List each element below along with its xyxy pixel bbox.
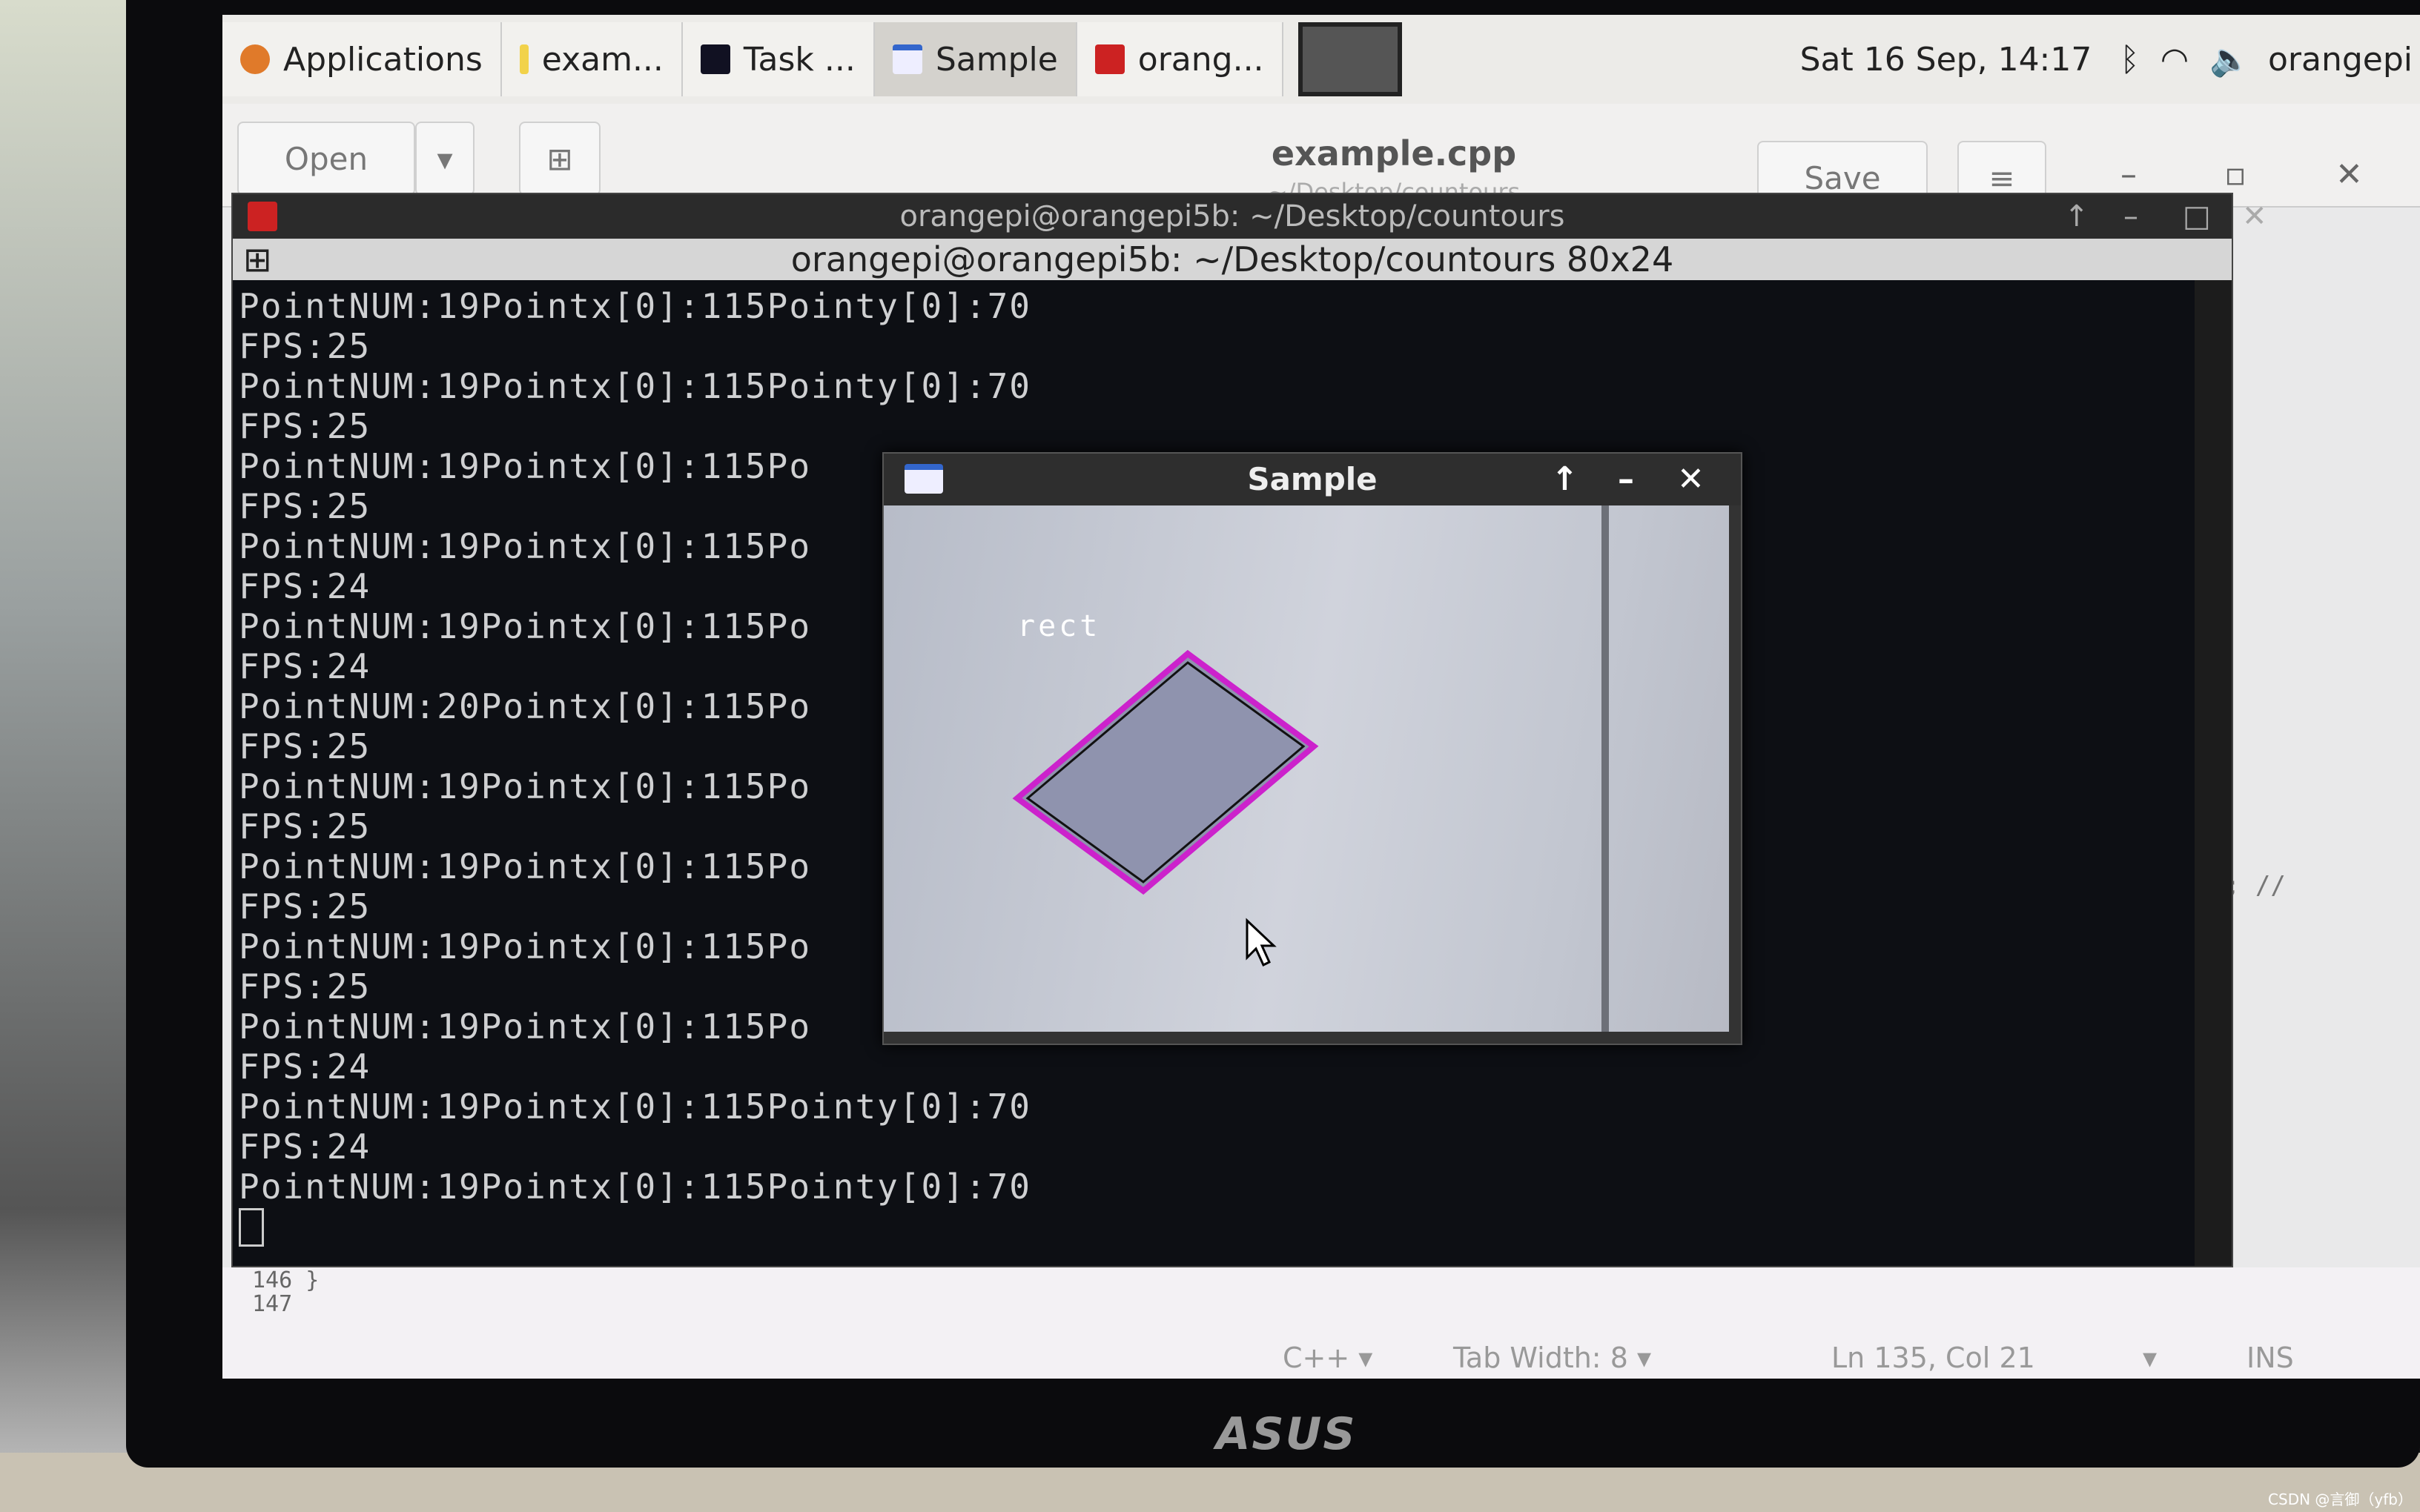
terminal-icon	[248, 202, 277, 231]
wifi-icon[interactable]: ◠	[2150, 41, 2199, 79]
task-label: Task ...	[743, 40, 856, 79]
terminal-line: PointNUM:19Pointx[0]:115Pointy[0]:70	[239, 1167, 1031, 1207]
insert-mode: INS	[2247, 1342, 2294, 1374]
task-editor[interactable]: exam...	[501, 22, 683, 96]
screen: Applications exam... Task ... Sample ora…	[222, 15, 2420, 1379]
text-editor-icon	[519, 44, 529, 74]
close-icon[interactable]: ✕	[2335, 156, 2363, 193]
line-number: 146 }	[252, 1267, 320, 1293]
applications-label: Applications	[283, 40, 483, 79]
terminal-line: FPS:24	[239, 1047, 371, 1087]
line-number: 147	[252, 1291, 293, 1317]
contour-overlay	[1012, 649, 1319, 967]
user-menu[interactable]: orangepi	[2261, 41, 2420, 79]
clock[interactable]: Sat 16 Sep, 14:17	[1782, 41, 2110, 79]
terminal-titlebar[interactable]: orangepi@orangepi5b: ~/Desktop/countours…	[233, 194, 2267, 239]
bluetooth-icon[interactable]: ᛒ	[2109, 41, 2149, 79]
sample-window[interactable]: Sample ↑ – ✕ rect	[882, 452, 1742, 1045]
cursor-position[interactable]: Ln 135, Col 21	[1831, 1342, 2035, 1374]
gedit-bottom: 146 } 147 C++ ▾ Tab Width: 8 ▾ Ln 135, C…	[222, 1267, 2420, 1379]
top-panel: Applications exam... Task ... Sample ora…	[222, 15, 2420, 104]
terminal-line: PointNUM:19Pointx[0]:115Pointy[0]:70	[239, 366, 1031, 406]
workspace-switcher[interactable]	[1297, 22, 1402, 96]
close-icon[interactable]: ✕	[1677, 454, 1705, 505]
terminal-subtitle: orangepi@orangepi5b: ~/Desktop/countours…	[790, 239, 1674, 279]
shade-icon[interactable]: ↑	[1551, 454, 1578, 505]
terminal-tab-header: ⊞ orangepi@orangepi5b: ~/Desktop/countou…	[233, 239, 2232, 280]
watermark: CSDN @言御（yfb）	[2268, 1491, 2413, 1508]
task-sample[interactable]: Sample	[874, 22, 1077, 96]
terminal-line: FPS:25	[239, 326, 371, 366]
terminal-scrollbar[interactable]	[2195, 280, 2232, 1266]
task-label: exam...	[541, 40, 664, 79]
applications-menu[interactable]: Applications	[222, 22, 502, 96]
tab-width-label: Tab Width: 8	[1453, 1342, 1628, 1374]
terminal-line: FPS:25	[239, 406, 371, 446]
window-icon	[905, 464, 943, 494]
terminal-line: PointNUM:19Pointx[0]:115Pointy[0]:70	[239, 286, 1031, 326]
open-dropdown-button[interactable]: ▾	[415, 122, 475, 196]
cursor-position-label: Ln 135, Col 21	[1831, 1342, 2035, 1374]
minimize-icon[interactable]: –	[1618, 454, 1634, 505]
task-manager-icon	[700, 44, 730, 74]
sample-title: Sample	[1247, 461, 1378, 497]
tab-grid-icon[interactable]: ⊞	[243, 239, 272, 280]
close-icon[interactable]: ✕	[2242, 194, 2267, 239]
task-label: Sample	[935, 40, 1058, 79]
sample-titlebar[interactable]: Sample ↑ – ✕	[884, 454, 1741, 505]
volume-icon[interactable]: 🔈	[2199, 40, 2261, 79]
prompt-line	[239, 1207, 2195, 1247]
terminal-line: FPS:24	[239, 1127, 371, 1167]
monitor-brand-logo: ASUS	[1216, 1408, 1357, 1460]
terminal-line: PointNUM:19Pointx[0]:115Pointy[0]:70	[239, 1087, 1031, 1127]
camera-frame: rect	[884, 505, 1729, 1032]
open-button[interactable]: Open	[237, 122, 415, 196]
minimize-icon[interactable]: –	[2123, 194, 2138, 239]
terminal-icon	[1094, 44, 1125, 74]
maximize-icon[interactable]: □	[2183, 194, 2211, 239]
document-title: example.cpp	[1271, 133, 1517, 173]
task-taskmanager[interactable]: Task ...	[682, 22, 875, 96]
task-label: orang...	[1137, 40, 1264, 79]
minimize-icon[interactable]: –	[2120, 156, 2137, 193]
new-tab-button[interactable]: ⊞	[519, 122, 601, 196]
language-selector[interactable]: C++ ▾	[1283, 1342, 1372, 1374]
window-icon	[892, 44, 922, 74]
language-label: C++	[1283, 1342, 1350, 1374]
tab-width-selector[interactable]: Tab Width: 8 ▾	[1453, 1342, 1651, 1374]
terminal-title: orangepi@orangepi5b: ~/Desktop/countours	[899, 199, 1565, 233]
terminal-cursor	[239, 1208, 264, 1247]
orange-logo-icon	[240, 44, 270, 74]
position-dropdown-icon[interactable]: ▾	[2143, 1342, 2157, 1374]
shade-icon[interactable]: ↑	[2064, 194, 2089, 239]
gedit-headerbar: Open ▾ ⊞ example.cpp ~/Desktop/countours…	[222, 104, 2420, 215]
task-terminal[interactable]: orang...	[1077, 22, 1283, 96]
mouse-pointer-icon	[1246, 918, 1277, 967]
rect-contour	[1012, 649, 1319, 895]
maximize-icon[interactable]: ▫	[2224, 156, 2247, 193]
